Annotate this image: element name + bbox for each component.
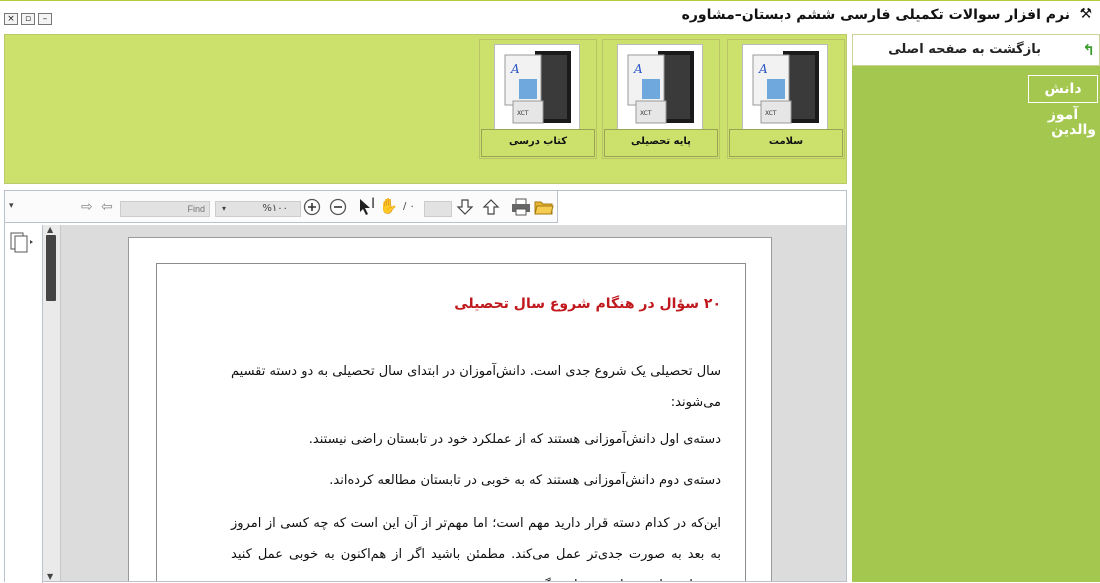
zoom-select[interactable]: ▾ %۱۰۰	[215, 201, 301, 217]
app-icon: ⚒	[1079, 6, 1092, 22]
sidebar: ↰ بازگشت به صفحه اصلی دانش آموز والدین	[852, 34, 1100, 582]
hand-tool-icon[interactable]: ✋	[379, 197, 398, 215]
close-button[interactable]: ×	[4, 13, 18, 25]
window-controls: × ▫ –	[4, 13, 52, 25]
back-to-home-button[interactable]: ↰ بازگشت به صفحه اصلی	[852, 34, 1100, 66]
print-icon[interactable]	[511, 198, 531, 220]
document-title: ۲۰ سؤال در هنگام شروع سال تحصیلی	[454, 296, 721, 312]
svg-text:A: A	[510, 62, 520, 76]
svg-text:A: A	[633, 62, 643, 76]
document-paragraph: این‌که در کدام دسته قرار دارید مهم است؛ …	[231, 516, 721, 581]
svg-text:XCT: XCT	[640, 110, 652, 117]
svg-text:A: A	[758, 62, 768, 76]
restore-button[interactable]: ▫	[21, 13, 35, 25]
arrow-down-icon[interactable]	[456, 198, 474, 220]
find-next-icon[interactable]: ⇨	[81, 199, 93, 215]
document-pages-area: ۲۰ سؤال در هنگام شروع سال تحصیلی سال تحص…	[61, 225, 846, 581]
zoom-out-icon[interactable]	[329, 198, 347, 220]
document-folder-icon: A XCT	[494, 44, 580, 130]
topic-card-health[interactable]: A XCT سلامت	[727, 39, 845, 159]
scroll-up-icon[interactable]: ▲	[47, 225, 53, 234]
back-to-home-label: بازگشت به صفحه اصلی	[888, 42, 1041, 57]
zoom-value: %۱۰۰	[262, 203, 288, 214]
sidebar-item-student[interactable]: دانش آموز	[1028, 75, 1098, 123]
topics-panel: A XCT سلامت A XCT پایه تحصیلی A XCT کتاب…	[4, 34, 847, 184]
pdf-viewer: ▾ ⇨ ⇦ ▾ %۱۰۰ I ✋ / ۰	[4, 190, 847, 583]
page-number-input[interactable]	[424, 201, 452, 217]
page-total: / ۰	[403, 201, 415, 212]
topic-card-textbook[interactable]: A XCT کتاب درسی	[479, 39, 597, 159]
open-folder-icon[interactable]	[534, 198, 554, 220]
topic-card-label: کتاب درسی	[481, 129, 595, 157]
document-paragraph: دسته‌ی دوم دانش‌آموزانی هستند که به خوبی…	[329, 473, 721, 488]
document-folder-icon: A XCT	[742, 44, 828, 130]
topic-card-grade[interactable]: A XCT پایه تحصیلی	[602, 39, 720, 159]
sidebar-item-parents[interactable]: والدین	[1051, 122, 1096, 138]
document-folder-icon: A XCT	[617, 44, 703, 130]
thumbnails-panel	[5, 225, 43, 583]
svg-text:XCT: XCT	[517, 110, 529, 117]
title-bar: ⚒ نرم افزار سوالات تکمیلی فارسی ششم دبست…	[0, 0, 1100, 32]
back-arrow-icon: ↰	[1082, 41, 1095, 59]
document-paragraph: دسته‌ی اول دانش‌آموزانی هستند که از عملک…	[308, 432, 721, 447]
find-previous-icon[interactable]: ⇦	[101, 199, 113, 215]
zoom-in-icon[interactable]	[303, 198, 321, 220]
minimize-button[interactable]: –	[38, 13, 52, 25]
vertical-scrollbar[interactable]: ▲ ▼	[43, 225, 61, 581]
toolbar-options-icon[interactable]: ▾	[9, 201, 14, 211]
document-paragraph: سال تحصیلی یک شروع جدی است. دانش‌آموزان …	[231, 364, 721, 410]
pages-panel-icon[interactable]	[9, 231, 35, 257]
window-title: نرم افزار سوالات تکمیلی فارسی ششم دبستان…	[681, 7, 1070, 23]
document-page: ۲۰ سؤال در هنگام شروع سال تحصیلی سال تحص…	[128, 237, 772, 581]
topic-card-label: سلامت	[729, 129, 843, 157]
chevron-down-icon: ▾	[222, 204, 227, 213]
scroll-down-icon[interactable]: ▼	[47, 572, 53, 581]
svg-text:XCT: XCT	[765, 110, 777, 117]
text-select-icon[interactable]: I	[371, 196, 375, 212]
arrow-up-icon[interactable]	[482, 198, 500, 220]
scrollbar-thumb[interactable]	[46, 235, 56, 301]
topic-card-label: پایه تحصیلی	[604, 129, 718, 157]
find-input[interactable]	[120, 201, 210, 217]
viewer-toolbar: ▾ ⇨ ⇦ ▾ %۱۰۰ I ✋ / ۰	[5, 191, 558, 223]
